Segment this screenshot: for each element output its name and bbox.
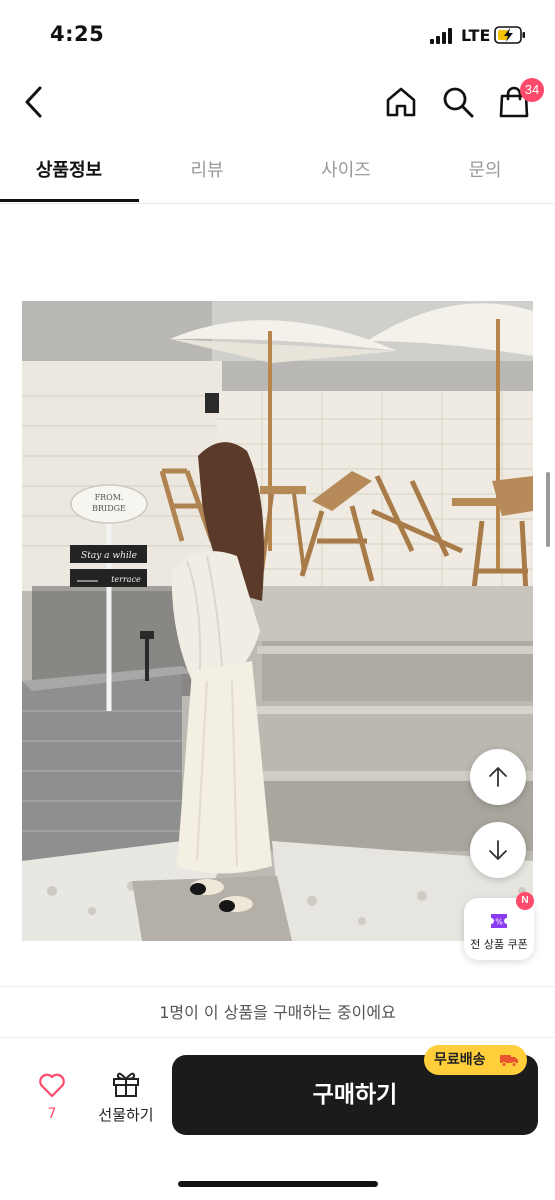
heart-icon [39, 1073, 65, 1098]
sign-terrace: terrace [111, 575, 141, 584]
cart-count-badge: 34 [520, 78, 544, 102]
gift-button[interactable]: 선물하기 [92, 1068, 160, 1126]
tab-product-info[interactable]: 상품정보 [0, 142, 138, 202]
like-count: 7 [47, 1106, 57, 1122]
active-tab-indicator [0, 199, 139, 202]
home-button[interactable] [381, 82, 421, 122]
arrow-down-icon [489, 840, 507, 860]
tab-size[interactable]: 사이즈 [277, 142, 415, 202]
home-icon [386, 87, 416, 117]
scrollbar[interactable] [546, 472, 550, 547]
signal-icon [430, 28, 456, 44]
clock: 4:25 [50, 22, 105, 46]
gift-label: 선물하기 [98, 1106, 154, 1124]
gift-icon [113, 1072, 139, 1097]
arrow-up-icon [489, 767, 507, 787]
top-nav [0, 70, 555, 134]
tab-inquiry[interactable]: 문의 [416, 142, 554, 202]
free-shipping-badge: 무료배송 [424, 1045, 527, 1075]
status-bar: 4:25 LTE [0, 0, 555, 70]
search-button[interactable] [438, 82, 478, 122]
like-button[interactable]: 7 [30, 1070, 74, 1126]
scroll-up-button[interactable] [470, 749, 526, 805]
product-photo-illustration: FROM. BRIDGE Stay a while terrace [22, 301, 533, 941]
coupon-label: 전 상품 쿠폰 [470, 938, 528, 951]
new-badge: N [516, 892, 534, 910]
sign-stay-a-while: Stay a while [81, 551, 137, 561]
product-photo[interactable]: FROM. BRIDGE Stay a while terrace [22, 301, 533, 941]
home-indicator[interactable] [178, 1181, 378, 1187]
product-tabs: 상품정보 리뷰 사이즈 문의 [0, 142, 555, 204]
svg-text:%: % [495, 918, 503, 927]
cafe-sign-text-2: BRIDGE [92, 504, 126, 513]
cafe-sign-text-1: FROM. [95, 493, 124, 502]
chevron-left-icon [25, 86, 42, 118]
live-buyer-notice: 1명이 이 상품을 구매하는 중이에요 [0, 986, 555, 1038]
network-label: LTE [461, 26, 491, 45]
tab-reviews[interactable]: 리뷰 [138, 142, 276, 202]
battery-icon [494, 26, 525, 44]
search-icon [443, 87, 474, 118]
delivery-truck-icon [500, 1055, 518, 1067]
free-shipping-label: 무료배송 [434, 1052, 486, 1068]
scroll-down-button[interactable] [470, 822, 526, 878]
coupon-icon: % [491, 914, 507, 928]
back-button[interactable] [14, 82, 54, 122]
